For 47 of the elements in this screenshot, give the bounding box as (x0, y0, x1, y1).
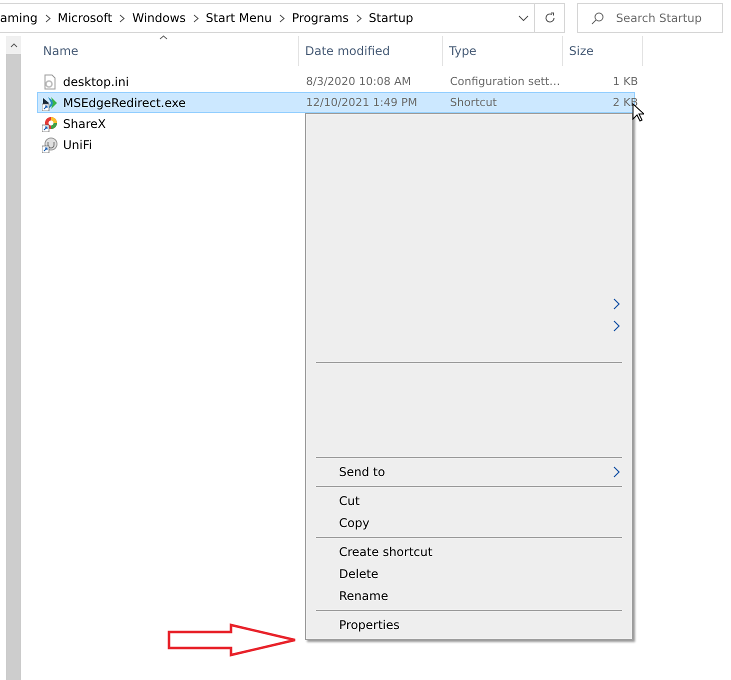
breadcrumb[interactable]: Startup (368, 11, 414, 25)
scrollbar[interactable] (6, 36, 21, 680)
breadcrumb[interactable]: Programs (292, 11, 349, 25)
breadcrumb[interactable]: Microsoft (58, 11, 112, 25)
refresh-icon (544, 12, 556, 24)
scroll-up-icon (10, 42, 18, 48)
address-bar[interactable]: aming Microsoft Windows Start Menu Programs Startup (0, 3, 565, 33)
breadcrumb[interactable]: Windows (132, 11, 186, 25)
menu-item[interactable]: Create shortcut (306, 541, 632, 563)
search-field[interactable]: Search Startup (577, 3, 723, 33)
submenu-chevron-icon (613, 320, 620, 332)
file-name: ShareX (63, 116, 106, 130)
breadcrumb[interactable]: aming (0, 11, 38, 25)
settings-file-icon (42, 74, 58, 90)
submenu-chevron-icon (613, 298, 620, 310)
menu-item[interactable]: Send to (306, 461, 632, 483)
chevron-icon (192, 14, 199, 22)
menu-item[interactable]: Rename (306, 585, 632, 607)
column-header[interactable]: Size (563, 36, 643, 66)
date-cell-text: 8/3/2020 10:08 AM (305, 75, 412, 88)
sort-caret-icon (159, 35, 168, 40)
file-row[interactable]: ShareX (37, 113, 635, 134)
chevron-icon (44, 14, 51, 22)
file-name: MSEdgeRedirect.exe (63, 96, 186, 110)
file-name: UniFi (63, 138, 92, 152)
chevron-down-icon (518, 14, 528, 22)
search-icon (591, 12, 604, 25)
column-header[interactable]: Type (443, 36, 563, 66)
menu-item[interactable]: Delete (306, 563, 632, 585)
menu-item[interactable]: Copy (306, 512, 632, 534)
shortcut-icon (42, 136, 58, 152)
date-cell-text: 12/10/2021 1:49 PM (305, 96, 418, 109)
menu-item[interactable]: Properties (306, 614, 632, 636)
chevron-icon (119, 14, 126, 22)
chevron-icon (356, 14, 362, 22)
column-header[interactable]: Date modified (299, 36, 443, 66)
type-cell-text: Shortcut (449, 96, 498, 109)
breadcrumb[interactable]: Start Menu (206, 11, 272, 25)
chevron-icon (278, 14, 285, 22)
file-name: desktop.ini (63, 74, 129, 88)
menu-item[interactable]: Cut (306, 490, 632, 512)
file-row[interactable]: UniFi (37, 134, 635, 155)
column-header[interactable]: Name (37, 36, 299, 66)
submenu-chevron-icon (613, 466, 620, 478)
shortcut-icon (42, 116, 58, 132)
type-cell-text: Configuration sett… (449, 75, 562, 88)
shortcut-icon (42, 94, 58, 110)
